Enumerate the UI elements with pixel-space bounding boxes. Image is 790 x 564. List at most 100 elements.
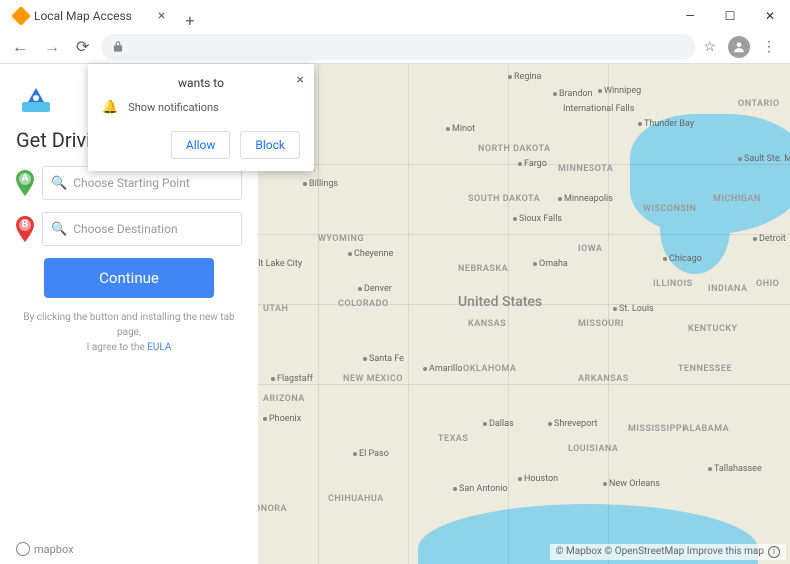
- state-label: INDIANA: [708, 284, 747, 294]
- bell-icon: 🔔: [102, 100, 118, 115]
- city-label: Sault Ste. Marie: [738, 154, 790, 164]
- app-logo-icon: [18, 82, 54, 118]
- titlebar: Local Map Access × + — ☐ ✕: [0, 0, 790, 30]
- city-label: Salt Lake City: [258, 259, 302, 269]
- maximize-button[interactable]: ☐: [710, 2, 750, 30]
- city-label: El Paso: [353, 449, 389, 459]
- mapbox-logo-text: mapbox: [34, 543, 74, 556]
- forward-button[interactable]: →: [40, 35, 64, 59]
- state-label: ALABAMA: [683, 424, 729, 434]
- kebab-menu-icon[interactable]: ⋮: [762, 39, 776, 55]
- tab-favicon: [11, 6, 31, 26]
- notification-permission-popup: wants to × 🔔 Show notifications Allow Bl…: [88, 64, 314, 171]
- profile-avatar-icon[interactable]: [728, 36, 750, 58]
- state-label: WYOMING: [318, 234, 364, 244]
- terms-line2: I agree to the: [87, 342, 148, 353]
- city-label: Winnipeg: [598, 86, 641, 96]
- tab-close-icon[interactable]: ×: [158, 8, 165, 24]
- city-label: Chicago: [663, 254, 702, 264]
- city-label: Phoenix: [263, 414, 301, 424]
- state-label: NORTH DAKOTA: [478, 144, 551, 154]
- search-icon: 🔍: [51, 176, 67, 191]
- pin-b-label: B: [16, 219, 34, 230]
- city-label: Houston: [518, 474, 558, 484]
- city-label: Regina: [508, 72, 541, 82]
- city-label: Thunder Bay: [638, 119, 694, 129]
- continue-button[interactable]: Continue: [44, 258, 214, 298]
- state-label: OHIO: [756, 279, 779, 289]
- eula-link[interactable]: EULA: [147, 342, 171, 353]
- city-label: Cheyenne: [348, 249, 393, 259]
- city-label: Santa Fe: [363, 354, 404, 364]
- state-label: KENTUCKY: [688, 324, 738, 334]
- start-point-row: A 🔍: [16, 166, 242, 200]
- state-label: TEXAS: [438, 434, 468, 444]
- state-label: CHIHUAHUA: [328, 494, 384, 504]
- state-label: SOUTH DAKOTA: [468, 194, 540, 204]
- lock-icon: [111, 40, 125, 54]
- terms-text: By clicking the button and installing th…: [16, 310, 242, 355]
- pin-a-icon: A: [16, 170, 34, 196]
- state-label: ARKANSAS: [578, 374, 629, 384]
- city-label: Denver: [358, 284, 392, 294]
- state-label: NEW MEXICO: [343, 374, 403, 384]
- city-label: Detroit: [753, 234, 786, 244]
- state-label: IOWA: [578, 244, 603, 254]
- mapbox-logo-icon: [16, 542, 30, 556]
- state-label: SONORA: [258, 504, 287, 514]
- reload-button[interactable]: ⟳: [72, 35, 93, 58]
- city-label: Minot: [446, 124, 475, 134]
- city-label: Sioux Falls: [513, 214, 562, 224]
- state-label: OKLAHOMA: [463, 364, 516, 374]
- city-label: Shreveport: [548, 419, 597, 429]
- state-label: MINNESOTA: [558, 164, 613, 174]
- info-icon[interactable]: i: [768, 546, 780, 558]
- city-label: Amarillo: [423, 364, 462, 374]
- address-bar[interactable]: [101, 34, 695, 60]
- start-input-container[interactable]: 🔍: [42, 166, 242, 200]
- allow-button[interactable]: Allow: [171, 131, 231, 159]
- terms-line1: By clicking the button and installing th…: [23, 312, 234, 338]
- destination-row: B 🔍: [16, 212, 242, 246]
- city-label: Brandon: [553, 89, 593, 99]
- mapbox-logo: mapbox: [16, 542, 74, 556]
- city-label: Minneapolis: [558, 194, 613, 204]
- minimize-button[interactable]: —: [670, 2, 710, 30]
- new-tab-button[interactable]: +: [175, 11, 204, 30]
- browser-toolbar: ← → ⟳ ☆ ⋮: [0, 30, 790, 64]
- browser-tab[interactable]: Local Map Access ×: [4, 2, 175, 30]
- map-canvas[interactable]: United States MONTANA WYOMING COLORADO N…: [258, 64, 790, 564]
- state-label: ILLINOIS: [653, 279, 693, 289]
- city-label: International Falls: [563, 104, 634, 114]
- state-label: KANSAS: [468, 319, 506, 329]
- back-button[interactable]: ←: [8, 35, 32, 59]
- city-label: Omaha: [533, 259, 568, 269]
- block-button[interactable]: Block: [240, 131, 300, 159]
- state-label: ONTARIO: [738, 99, 780, 109]
- state-label: NEBRASKA: [458, 264, 508, 274]
- state-label: MISSOURI: [578, 319, 624, 329]
- close-icon[interactable]: ×: [297, 72, 304, 88]
- map-background: [258, 64, 790, 564]
- state-label: WISCONSIN: [643, 204, 696, 214]
- state-label: ARIZONA: [263, 394, 305, 404]
- start-input[interactable]: [73, 176, 233, 190]
- state-label: MICHIGAN: [713, 194, 761, 204]
- state-label: TENNESSEE: [678, 364, 732, 374]
- city-label: Flagstaff: [271, 374, 313, 384]
- notification-title: wants to: [102, 76, 300, 90]
- destination-input[interactable]: [73, 222, 233, 236]
- page-content: Get Driving A 🔍 B 🔍 Continue By cli: [0, 64, 790, 564]
- city-label: New Orleans: [603, 479, 660, 489]
- window-controls: — ☐ ✕: [670, 2, 790, 30]
- search-icon: 🔍: [51, 222, 67, 237]
- city-label: Dallas: [483, 419, 514, 429]
- country-label: United States: [458, 294, 542, 310]
- map-attribution: © Mapbox © OpenStreetMap Improve this ma…: [550, 544, 786, 560]
- destination-input-container[interactable]: 🔍: [42, 212, 242, 246]
- bookmark-star-icon[interactable]: ☆: [703, 39, 716, 55]
- close-window-button[interactable]: ✕: [750, 2, 790, 30]
- state-label: LOUISIANA: [568, 444, 618, 454]
- city-label: Billings: [303, 179, 338, 189]
- pin-b-icon: B: [16, 216, 34, 242]
